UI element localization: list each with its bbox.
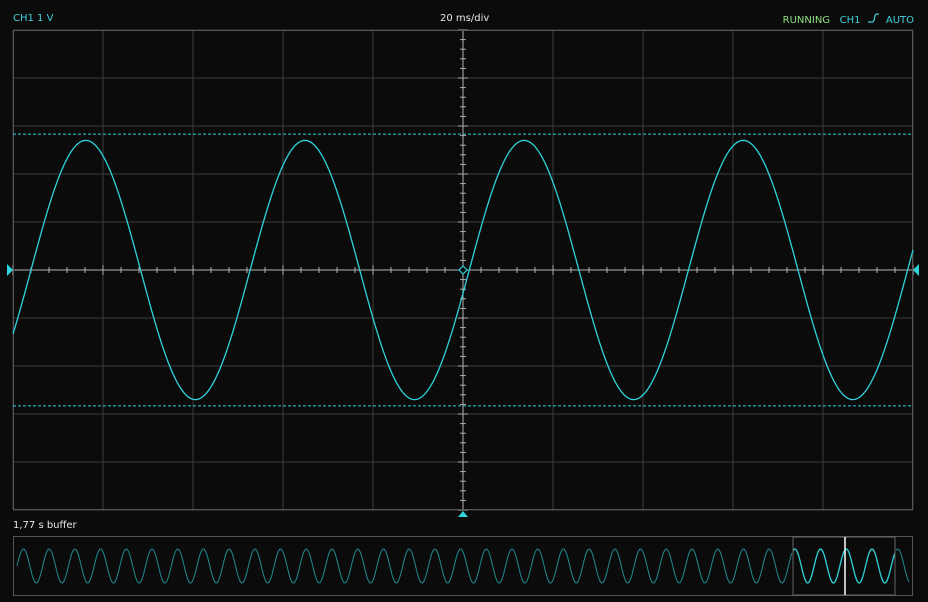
buffer-overview[interactable] [0,0,928,602]
buffer-visible-trace [792,548,896,584]
buffer-trace [16,548,910,584]
buffer-view-window[interactable] [792,536,896,596]
oscilloscope-app: CH1 1 V 20 ms/div RUNNING CH1 AUTO 1,77 … [0,0,928,602]
buffer-overview-frame [13,536,913,596]
